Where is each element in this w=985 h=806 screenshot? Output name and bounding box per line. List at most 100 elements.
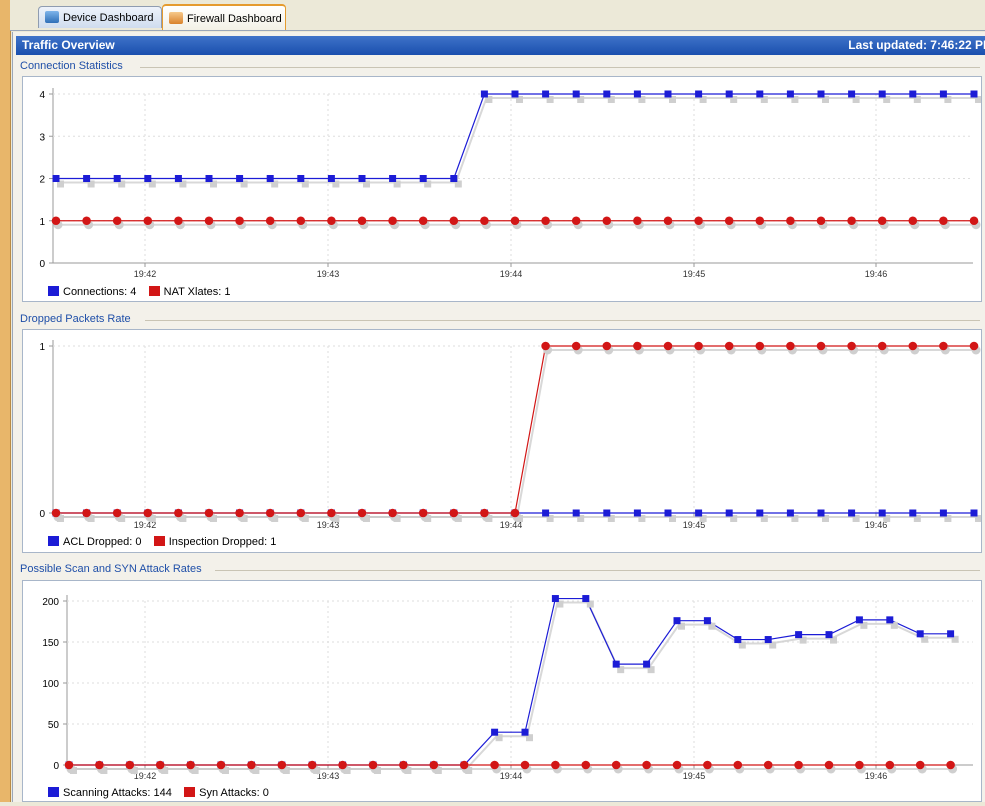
data-point [143,216,153,226]
data-point [764,636,772,644]
data-point [327,175,335,182]
series-shadow [58,97,976,184]
data-point [418,216,428,226]
data-point [672,760,682,770]
data-point [51,508,61,518]
data-point [855,616,863,624]
legend-item-scanning-attacks: Scanning Attacks: 144 [48,787,172,799]
y-tick-label: 0 [39,509,45,520]
section-divider [140,67,980,68]
data-point [663,341,673,351]
data-point [297,175,305,182]
data-point [204,216,214,226]
data-point [909,90,917,98]
data-point [572,90,580,98]
y-tick-label: 1 [39,342,45,353]
data-point [877,216,887,226]
data-point [633,341,642,351]
series-shadow [58,349,976,518]
data-point [612,660,620,668]
data-point [296,508,306,518]
panel-title: Traffic Overview [22,38,115,52]
data-point [235,216,244,226]
legend-item-syn-attacks: Syn Attacks: 0 [184,787,269,799]
series-nat-xlates [51,216,981,230]
data-point [633,509,641,517]
tab-firewall-dashboard[interactable]: Firewall Dashboard [162,4,286,30]
legend-value: 1 [270,536,277,548]
data-point [816,341,826,351]
legend-swatch-blue [48,536,59,546]
data-point [144,175,152,182]
last-updated-label: Last updated: 7:46:22 PM [848,38,985,52]
connection-statistics-plot: 0 1 2 3 4 19:42 19:43 19:44 19:45 19:46 [39,88,982,279]
data-point [817,90,825,98]
data-point [490,760,499,770]
data-point [855,760,864,770]
data-point [235,508,244,518]
legend-swatch-blue [48,787,59,797]
scan-syn-attacks-chart: 0 50 100 150 200 19:42 19:43 19:44 19:45 19:46 [22,580,982,802]
data-point [643,660,651,668]
data-point [847,341,856,351]
legend-value: 144 [153,787,172,799]
data-point [763,760,773,770]
data-point [664,509,672,517]
data-point [909,509,917,517]
scan-syn-attacks-legend: Scanning Attacks: 144 Syn Attacks: 0 [48,787,269,799]
data-point [112,508,122,518]
data-point [603,90,611,98]
data-point [602,341,612,351]
firewall-icon [169,12,183,24]
data-point [368,760,378,770]
legend-item-nat-xlates: NAT Xlates: 1 [148,286,231,298]
legend-value: 1 [224,286,231,298]
data-point [664,90,672,98]
data-point [186,760,195,770]
data-point [878,509,886,517]
data-point [582,595,590,603]
data-point [266,175,274,182]
data-point [673,617,681,625]
data-point [95,760,104,770]
data-point [886,616,894,624]
data-point [307,760,317,770]
data-point [112,216,122,226]
data-point [174,175,182,182]
data-point [939,509,947,517]
data-point [204,508,214,518]
data-point [969,216,979,226]
data-point [551,760,560,770]
data-point [694,216,703,226]
data-point [449,216,459,226]
section-title-connection-statistics: Connection Statistics [20,60,123,72]
data-point [399,760,408,770]
data-point [480,508,489,518]
data-point [520,760,530,770]
y-tick-label: 150 [42,638,59,649]
data-point [419,175,427,182]
data-point [155,760,165,770]
data-point [459,760,469,770]
tab-device-dashboard-label: Device Dashboard [63,12,154,24]
x-tick-label: 19:43 [317,269,340,279]
series-line [56,345,974,514]
data-point [511,90,519,98]
data-point [358,175,366,182]
section-divider [145,320,980,321]
data-point [571,341,581,351]
left-frame-border [0,0,11,802]
data-point [51,216,61,226]
legend-value: 4 [130,286,137,298]
data-point [174,216,183,226]
data-point [725,90,733,98]
tab-device-dashboard[interactable]: Device Dashboard [38,6,162,28]
data-point [480,216,489,226]
data-point [694,341,703,351]
legend-swatch-red [184,787,196,797]
data-point [733,760,743,770]
data-point [418,508,428,518]
data-point [795,631,803,639]
data-point [939,216,948,226]
data-point [572,509,580,517]
